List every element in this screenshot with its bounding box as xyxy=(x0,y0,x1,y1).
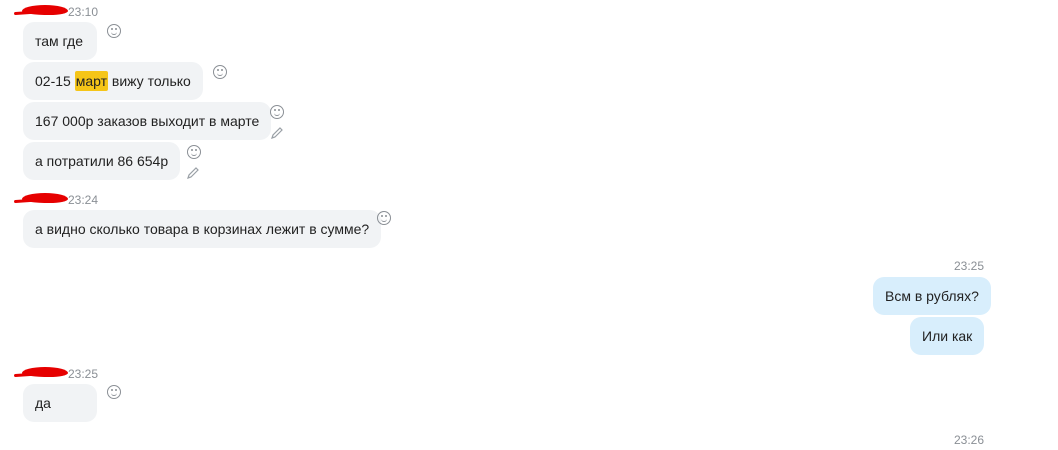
message-text: 02-15 xyxy=(35,73,71,89)
message-text: вижу только xyxy=(111,73,191,89)
message-time: 23:24 xyxy=(68,193,99,207)
outgoing-message[interactable]: Или как xyxy=(910,317,985,355)
smile-icon[interactable] xyxy=(213,65,227,79)
sender-header: 23:25 xyxy=(22,367,98,381)
smile-icon[interactable] xyxy=(377,211,391,225)
outgoing-message[interactable]: Всм в рублях? xyxy=(873,277,991,315)
redacted-sender-name xyxy=(22,5,68,15)
message-text: а видно сколько товара в корзинах лежит … xyxy=(35,221,370,237)
incoming-message[interactable]: там где xyxy=(23,22,97,60)
bottom-time: 23:26 xyxy=(954,433,985,447)
message-time: 23:10 xyxy=(68,5,99,19)
message-text: 167 000р заказов выходит в марте xyxy=(35,113,260,129)
search-highlight: март xyxy=(74,71,109,91)
smile-icon[interactable] xyxy=(270,105,284,119)
message-text: а потратили 86 654р xyxy=(35,153,169,169)
message-text: Всм в рублях? xyxy=(885,288,979,304)
message-time: 23:25 xyxy=(68,367,99,381)
sender-header: 23:10 xyxy=(22,5,98,19)
incoming-message[interactable]: а видно сколько товара в корзинах лежит … xyxy=(23,210,382,248)
smile-icon[interactable] xyxy=(107,385,121,399)
incoming-message[interactable]: да xyxy=(23,384,97,422)
sender-header: 23:24 xyxy=(22,193,98,207)
smile-icon[interactable] xyxy=(187,145,201,159)
message-text: да xyxy=(35,395,51,411)
pencil-icon[interactable] xyxy=(269,125,285,141)
incoming-message[interactable]: а потратили 86 654р xyxy=(23,142,181,180)
smile-icon[interactable] xyxy=(107,24,121,38)
incoming-message[interactable]: 02-15 март вижу только xyxy=(23,62,203,100)
pencil-icon[interactable] xyxy=(185,165,201,181)
message-text: там где xyxy=(35,33,83,49)
redacted-sender-name xyxy=(22,193,68,203)
redacted-sender-name xyxy=(22,367,68,377)
message-text: Или как xyxy=(922,328,973,344)
outgoing-time: 23:25 xyxy=(954,259,985,273)
incoming-message[interactable]: 167 000р заказов выходит в марте xyxy=(23,102,272,140)
